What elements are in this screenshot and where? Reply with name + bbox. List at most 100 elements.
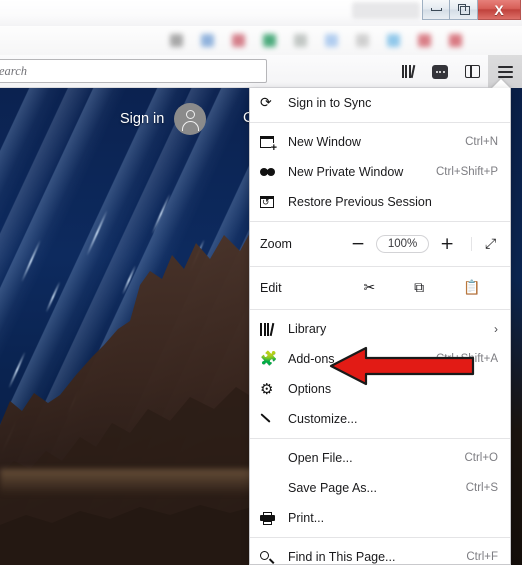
library-glyph [401, 64, 416, 79]
menu-item-shortcut: Ctrl+N [465, 136, 498, 148]
zoom-in-button[interactable]: + [437, 235, 457, 253]
edit-label: Edit [260, 281, 282, 295]
fullscreen-button[interactable]: ⤢ [470, 237, 496, 251]
menu-separator [250, 122, 510, 123]
menu-edit-row: Edit ✂ ⧉ 📋 [250, 271, 510, 305]
minimize-button[interactable] [422, 0, 450, 20]
bookmark-favicon[interactable] [201, 34, 214, 47]
copy-icon[interactable]: ⧉ [414, 281, 424, 295]
menu-separator [250, 537, 510, 538]
paste-icon[interactable]: 📋 [463, 281, 480, 295]
bookmark-favicon[interactable] [418, 34, 431, 47]
restore-session-icon [260, 194, 282, 210]
menu-item-label: Options [288, 382, 332, 396]
restore-button[interactable] [450, 0, 478, 20]
close-icon: X [494, 1, 504, 18]
cut-icon[interactable]: ✂ [363, 281, 375, 295]
find-icon [260, 549, 282, 564]
minimize-icon [430, 8, 442, 11]
menu-separator [250, 438, 510, 439]
library-icon[interactable] [392, 55, 424, 88]
bookmark-favicon[interactable] [170, 34, 183, 47]
navigation-toolbar: earch [0, 55, 522, 88]
menu-item-sign-in-to-sync[interactable]: ⟳ Sign in to Sync [250, 88, 510, 118]
brush-icon [260, 411, 282, 427]
pocket-glyph [432, 64, 448, 79]
menu-zoom-row: Zoom − 100% + ⤢ [250, 226, 510, 262]
menu-item-print[interactable]: Print... [250, 503, 510, 533]
menu-separator [250, 309, 510, 310]
menu-item-label: Library [288, 322, 327, 336]
menu-item-customize[interactable]: Customize... [250, 404, 510, 434]
menu-separator [250, 221, 510, 222]
menu-item-save-page-as[interactable]: Save Page As... Ctrl+S [250, 473, 510, 503]
restore-icon [457, 4, 470, 15]
menu-item-label: Add-ons [288, 352, 335, 366]
avatar-body-icon [181, 121, 199, 131]
firefox-window: X earch Sign in ⟳ Sign in to Sync + New … [0, 0, 522, 565]
library-icon [260, 321, 282, 337]
menu-item-shortcut: Ctrl+O [464, 452, 498, 464]
window-caption-buttons: X [422, 0, 521, 21]
bookmark-favicon[interactable] [387, 34, 400, 47]
menu-item-label: Customize... [288, 412, 358, 426]
menu-item-new-private-window[interactable]: New Private Window Ctrl+Shift+P [250, 157, 510, 187]
bookmark-favicon[interactable] [356, 34, 369, 47]
zoom-out-button[interactable]: − [348, 235, 368, 253]
bookmark-favicon[interactable] [232, 34, 245, 47]
chevron-right-icon: › [494, 322, 498, 336]
menu-item-label: Print... [288, 511, 325, 525]
edit-controls: ✂ ⧉ 📋 [344, 281, 500, 295]
menu-item-label: Restore Previous Session [288, 195, 432, 209]
page-signin-row[interactable]: Sign in [120, 103, 207, 135]
menu-item-shortcut: Ctrl+F [466, 551, 498, 563]
sync-icon: ⟳ [260, 95, 272, 111]
avatar[interactable] [174, 103, 207, 135]
close-button[interactable]: X [478, 0, 521, 20]
new-window-icon [260, 134, 282, 154]
bookmark-favicons [170, 34, 462, 47]
bookmark-favicon[interactable] [294, 34, 307, 47]
signin-label[interactable]: Sign in [120, 111, 164, 127]
zoom-controls: − 100% + ⤢ [344, 235, 500, 253]
menu-item-shortcut: Ctrl+Shift+A [436, 353, 498, 365]
private-window-icon [260, 164, 282, 180]
menu-item-label: New Private Window [288, 165, 404, 179]
zoom-level-value[interactable]: 100% [375, 235, 430, 253]
bookmark-favicon[interactable] [325, 34, 338, 47]
zoom-label: Zoom [260, 237, 292, 251]
avatar-head-icon [185, 110, 195, 119]
menu-item-shortcut: Ctrl+Shift+P [436, 166, 498, 178]
menu-item-shortcut: Ctrl+S [465, 482, 498, 494]
addons-icon: 🧩 [260, 351, 278, 367]
menu-item-open-file[interactable]: Open File... Ctrl+O [250, 443, 510, 473]
menu-item-label: Find in This Page... [288, 550, 396, 564]
menu-item-new-window[interactable]: New Window Ctrl+N [250, 127, 510, 157]
browser-tab-blurred[interactable] [352, 2, 420, 19]
menu-item-restore-previous-session[interactable]: Restore Previous Session [250, 187, 510, 217]
menu-item-label: Open File... [288, 451, 353, 465]
menu-item-options[interactable]: ⚙ Options [250, 374, 510, 404]
menu-item-find-in-this-page[interactable]: Find in This Page... Ctrl+F [250, 542, 510, 564]
hamburger-glyph [497, 65, 513, 78]
sidebar-glyph [464, 65, 480, 78]
title-bar: X [0, 0, 522, 26]
print-icon [260, 510, 282, 526]
bookmark-favicon[interactable] [449, 34, 462, 47]
pocket-icon[interactable] [424, 55, 456, 88]
menu-item-label: Save Page As... [288, 481, 377, 495]
menu-item-library[interactable]: Library › [250, 314, 510, 344]
bookmarks-bar[interactable] [0, 26, 522, 55]
menu-item-add-ons[interactable]: 🧩 Add-ons Ctrl+Shift+A [250, 344, 510, 374]
menu-item-label: New Window [288, 135, 361, 149]
search-input[interactable]: earch [0, 64, 27, 79]
menu-item-label: Sign in to Sync [288, 96, 372, 110]
bookmark-favicon[interactable] [263, 34, 276, 47]
page-right-edge [511, 88, 522, 565]
open-file-icon-placeholder [260, 450, 282, 466]
sidebar-icon[interactable] [456, 55, 488, 88]
gear-icon: ⚙ [260, 379, 274, 398]
search-box[interactable]: earch [0, 59, 267, 83]
menu-separator [250, 266, 510, 267]
firefox-main-menu-panel: ⟳ Sign in to Sync New Window Ctrl+N New … [249, 88, 511, 565]
